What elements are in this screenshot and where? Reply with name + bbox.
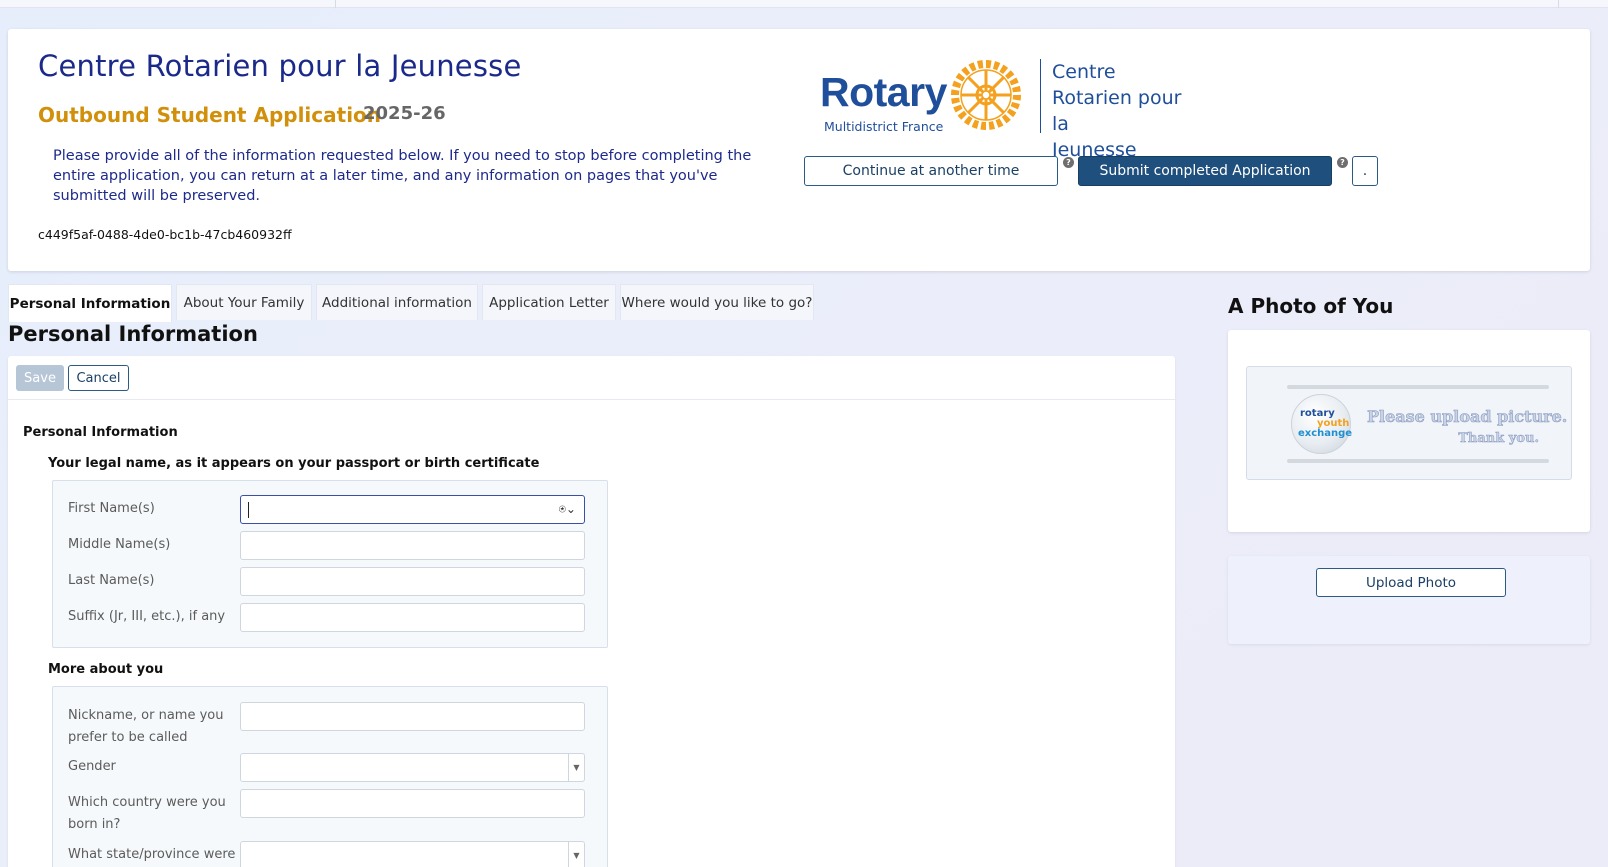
tab-additional-information[interactable]: Additional information	[316, 284, 478, 320]
chevron-down-icon: ▼	[568, 842, 584, 867]
cancel-button[interactable]: Cancel	[68, 365, 129, 391]
logo-divider	[1040, 59, 1041, 133]
application-title: Outbound Student Application	[38, 103, 382, 127]
form-divider	[8, 399, 1175, 400]
middle-name-input[interactable]	[240, 531, 585, 560]
tab-personal-information[interactable]: Personal Information	[8, 284, 172, 322]
submit-application-button[interactable]: Submit completed Application	[1078, 156, 1332, 186]
rotary-logo: Rotary Multidistrict France Centre Rotar…	[820, 55, 1200, 161]
legal-name-fieldset: First Name(s) ⍟⌄ Middle Name(s) Last Nam…	[52, 480, 608, 648]
birth-country-input[interactable]	[240, 789, 585, 818]
photo-placeholder: rotary youth exchange Please upload pict…	[1246, 366, 1572, 480]
rotary-wordmark: Rotary	[820, 69, 947, 115]
application-id: c449f5af-0488-4de0-bc1b-47cb460932ff	[38, 227, 292, 242]
globe-word: exchange	[1298, 428, 1353, 439]
instructions-text: Please provide all of the information re…	[53, 148, 752, 204]
birth-state-label: What state/province were	[68, 847, 236, 862]
first-name-label: First Name(s)	[68, 501, 155, 516]
upload-photo-button[interactable]: Upload Photo	[1316, 568, 1506, 597]
logo-line: Centre	[1052, 61, 1116, 83]
group-title: Personal Information	[23, 425, 178, 440]
photo-section-title: A Photo of You	[1228, 294, 1394, 318]
upload-thanks-text: Thank you.	[1458, 431, 1539, 447]
middle-name-label: Middle Name(s)	[68, 537, 171, 552]
strip-divider	[1558, 0, 1559, 8]
more-options-button[interactable]: .	[1352, 156, 1378, 186]
youth-exchange-globe-icon: rotary youth exchange	[1291, 394, 1353, 454]
more-about-you-fieldset: Nickname, or name you prefer to be calle…	[52, 686, 608, 867]
upload-card: Upload Photo	[1228, 556, 1590, 644]
birth-country-label: Which country were you born in?	[68, 795, 226, 832]
tab-application-letter[interactable]: Application Letter	[482, 284, 616, 320]
org-title: Centre Rotarien pour la Jeunesse	[38, 49, 522, 83]
autofill-contact-icon[interactable]: ⍟⌄	[559, 502, 576, 517]
birth-state-select[interactable]: ▼	[240, 841, 585, 867]
chevron-down-icon: ▼	[568, 754, 584, 781]
browser-top-strip	[0, 0, 1608, 8]
help-icon[interactable]: ?	[1063, 157, 1074, 168]
upload-prompt-text: Please upload picture.	[1367, 407, 1568, 427]
placeholder-line	[1287, 459, 1549, 463]
nickname-input[interactable]	[240, 702, 585, 731]
strip-divider	[335, 0, 336, 8]
tab-where-to-go[interactable]: Where would you like to go?	[620, 284, 814, 320]
legal-name-title: Your legal name, as it appears on your p…	[48, 456, 540, 471]
save-button[interactable]: Save	[16, 365, 64, 391]
nickname-label: Nickname, or name you prefer to be calle…	[68, 708, 224, 745]
tab-about-your-family[interactable]: About Your Family	[176, 284, 312, 320]
logo-centre-text: Centre Rotarien pour la Jeunesse	[1052, 59, 1200, 163]
last-name-label: Last Name(s)	[68, 573, 155, 588]
logo-subtitle: Multidistrict France	[824, 119, 944, 134]
rotary-wheel-icon	[951, 60, 1021, 130]
first-name-input[interactable]: ⍟⌄	[240, 495, 585, 524]
text-caret	[248, 502, 249, 518]
last-name-input[interactable]	[240, 567, 585, 596]
suffix-input[interactable]	[240, 603, 585, 632]
help-icon[interactable]: ?	[1337, 157, 1348, 168]
placeholder-line	[1287, 385, 1549, 389]
application-year: 2025-26	[363, 103, 446, 124]
gender-label: Gender	[68, 759, 116, 774]
personal-info-form: Save Cancel Personal Information Your le…	[8, 356, 1175, 867]
logo-line: Rotarien pour la	[1052, 87, 1182, 135]
continue-later-button[interactable]: Continue at another time	[804, 156, 1058, 186]
gender-select[interactable]: ▼	[240, 753, 585, 782]
photo-card: rotary youth exchange Please upload pict…	[1228, 330, 1590, 532]
section-title: Personal Information	[8, 322, 258, 346]
header-card: Centre Rotarien pour la Jeunesse Outboun…	[8, 29, 1590, 271]
suffix-label: Suffix (Jr, III, etc.), if any	[68, 609, 226, 624]
more-about-you-title: More about you	[48, 662, 164, 677]
